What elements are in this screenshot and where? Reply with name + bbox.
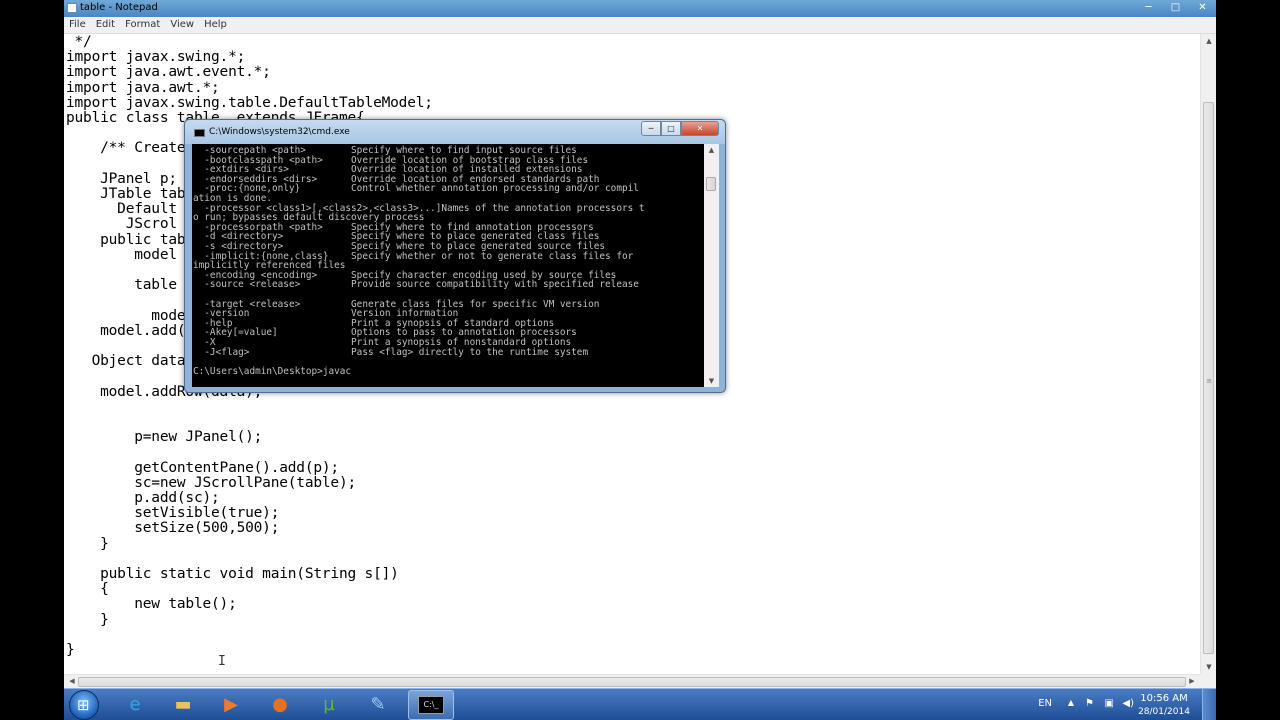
horizontal-scrollbar[interactable]: ◀ ▶ [64, 674, 1200, 688]
start-button[interactable]: ⊞ [69, 690, 99, 720]
firefox-icon: ● [272, 694, 288, 715]
cmd-vertical-scrollbar[interactable]: ▲ ▼ [704, 144, 719, 387]
cmd-icon: C:\_ [418, 696, 444, 714]
console-line: -J<flag> Pass <flag> directly to the run… [193, 346, 589, 358]
code-line: import java.awt.*; [66, 79, 220, 96]
window-title: table - Notepad [80, 2, 158, 13]
code-line: { [66, 581, 109, 598]
console-line: C:\Users\admin\Desktop>javac [193, 365, 352, 377]
taskbar-firefox-button[interactable]: ● [257, 690, 303, 720]
menu-edit[interactable]: Edit [91, 17, 120, 33]
notepad-icon: ✎ [370, 694, 386, 715]
console-line: -source <release> Provide source compati… [193, 279, 639, 291]
code-line: import javax.swing.*; [66, 49, 246, 66]
flag-icon[interactable]: ⚑ [1085, 698, 1094, 709]
clock-time[interactable]: 10:56 AM [1134, 693, 1194, 704]
code-line: p=new JPanel(); [66, 429, 263, 446]
menu-file[interactable]: File [64, 17, 91, 33]
close-button[interactable]: ✕ [1189, 0, 1216, 17]
code-line: JPanel p; [66, 170, 177, 187]
menu-help[interactable]: Help [199, 17, 232, 33]
code-line: new table(); [66, 596, 237, 613]
horizontal-scrollbar-thumb[interactable] [78, 677, 1186, 687]
cmd-window-title: C:\Windows\system32\cmd.exe [209, 127, 350, 137]
code-line: setSize(500,500); [66, 520, 280, 537]
scroll-grip-icon: ≡ [1206, 377, 1212, 385]
taskbar-file-explorer-button[interactable]: ▬ [160, 690, 206, 720]
maximize-button[interactable]: □ [1162, 0, 1189, 17]
language-indicator[interactable]: EN [1038, 698, 1052, 709]
media-player-icon: ▶ [224, 694, 238, 715]
network-icon[interactable]: ▣ [1105, 698, 1114, 709]
code-line: getContentPane().add(p); [66, 459, 339, 476]
code-line: p.add(sc); [66, 490, 220, 506]
cmd-minimize-button[interactable]: ─ [641, 121, 661, 136]
code-line: table [66, 277, 177, 294]
code-line: } [66, 642, 75, 658]
taskbar-cmd-button[interactable]: C:\_ [408, 690, 454, 720]
scroll-right-icon[interactable]: ▶ [1184, 677, 1200, 685]
clock-date[interactable]: 28/01/2014 [1134, 707, 1194, 717]
cmd-close-button[interactable]: ✕ [681, 121, 719, 136]
code-line: Object data [66, 353, 186, 370]
code-line: } [66, 535, 109, 552]
windows-logo-icon: ⊞ [77, 696, 90, 714]
taskbar-internet-explorer-button[interactable]: e [112, 690, 158, 720]
code-line: import java.awt.event.*; [66, 64, 271, 81]
code-line: mode [66, 307, 186, 324]
code-line: Default [66, 201, 177, 218]
code-line: /** Create [66, 140, 186, 157]
cmd-titlebar[interactable]: C:\Windows\system32\cmd.exe ─ □ ✕ [185, 120, 725, 144]
code-line: setVisible(true); [66, 505, 280, 522]
show-desktop-button[interactable] [1202, 689, 1216, 720]
show-hidden-icons-icon[interactable]: ▲ [1068, 698, 1074, 707]
scrollbar-corner [1200, 674, 1216, 688]
code-line: sc=new JScrollPane(table); [66, 474, 357, 491]
internet-explorer-icon: e [129, 694, 141, 715]
cmd-scroll-up-icon[interactable]: ▲ [704, 146, 719, 154]
code-line: model.add( [66, 322, 186, 339]
cmd-maximize-button[interactable]: □ [661, 121, 681, 136]
menu-bar: File Edit Format View Help [64, 17, 1216, 34]
volume-icon[interactable]: ◀) [1122, 698, 1134, 709]
code-line: public tab [66, 231, 186, 248]
code-line: JTable tab [66, 186, 186, 202]
code-line: JScrol [66, 216, 177, 233]
file-explorer-icon: ▬ [174, 694, 192, 715]
code-line: public static void main(String s[]) [66, 566, 399, 582]
code-line: import javax.swing.table.DefaultTableMod… [66, 94, 433, 111]
cmd-console-output[interactable]: -sourcepath <path> Specify where to find… [192, 144, 704, 387]
cmd-scrollbar-thumb[interactable] [706, 177, 716, 191]
code-line: */ [66, 34, 92, 50]
menu-view[interactable]: View [165, 17, 199, 33]
taskbar-notepad-button[interactable]: ✎ [355, 690, 401, 720]
scroll-down-icon[interactable]: ▼ [1201, 663, 1217, 671]
cmd-app-icon [194, 129, 205, 137]
scroll-up-icon[interactable]: ▲ [1201, 37, 1217, 45]
notepad-titlebar[interactable]: table - Notepad ─ □ ✕ [64, 0, 1216, 17]
taskbar-utorrent-button[interactable]: µ [306, 690, 352, 720]
utorrent-icon: µ [323, 694, 335, 715]
taskbar-media-player-button[interactable]: ▶ [208, 690, 254, 720]
menu-format[interactable]: Format [120, 17, 165, 33]
cmd-scroll-down-icon[interactable]: ▼ [704, 377, 719, 385]
text-cursor-icon: I [218, 654, 226, 669]
notepad-app-icon [67, 3, 77, 13]
cmd-window[interactable]: C:\Windows\system32\cmd.exe ─ □ ✕ -sourc… [184, 119, 726, 393]
vertical-scrollbar[interactable]: ▲ ≡ ▼ [1200, 34, 1216, 674]
code-line: } [66, 611, 109, 628]
code-line: model [66, 246, 177, 263]
taskbar: ⊞ e ▬ ▶ ● µ ✎ C:\_ EN ▲ ⚑ ▣ ◀) 10:56 AM 28/01/… [64, 688, 1216, 720]
minimize-button[interactable]: ─ [1135, 0, 1162, 17]
